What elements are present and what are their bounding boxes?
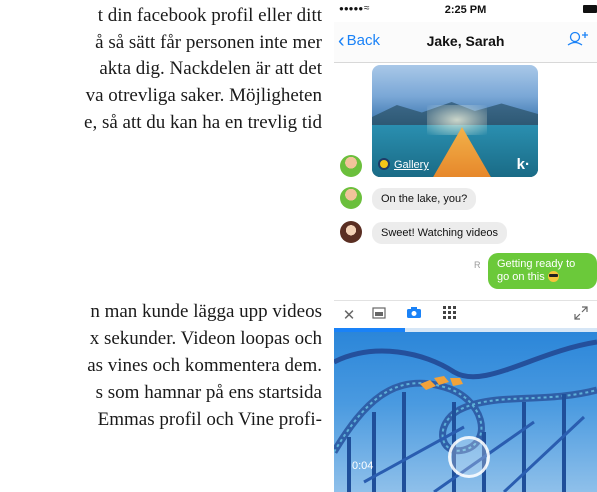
read-receipt-icon: R — [474, 260, 481, 270]
close-icon[interactable]: ✕ — [340, 306, 358, 324]
article-line: e, så att du kan ha en trevlig tid — [84, 112, 322, 133]
article-line: va otrevliga saker. Möjligheten — [85, 85, 322, 106]
phone-screenshot: ●●●●● ≈ 2:25 PM ‹ Back Jake, Sarah Galler… — [334, 0, 597, 492]
message-bubble: Sweet! Watching videos — [372, 222, 507, 244]
add-person-icon[interactable] — [567, 30, 589, 49]
article-line: t din facebook profil eller ditt — [97, 5, 322, 26]
article-line: n man kunde lägga upp videos — [90, 301, 322, 322]
battery-icon — [583, 5, 597, 13]
photo-gallery-icon[interactable] — [370, 306, 388, 322]
message-bubble: On the lake, you? — [372, 188, 477, 210]
expand-icon[interactable] — [572, 306, 590, 323]
sun-flare — [427, 105, 487, 135]
status-bar: ●●●●● ≈ 2:25 PM — [334, 0, 597, 22]
avatar[interactable] — [340, 187, 362, 209]
article-line: x sekunder. Videon loopas och — [89, 328, 322, 349]
article-line: s som hamnar på ens startsida — [95, 382, 322, 403]
conversation-title: Jake, Sarah — [426, 33, 505, 49]
gallery-icon — [378, 158, 390, 170]
article-line: akta dig. Nackdelen är att det — [99, 58, 322, 79]
apps-grid-icon[interactable] — [440, 306, 458, 322]
kik-logo: k· — [516, 156, 530, 173]
my-message-text: Getting ready to go on this — [497, 258, 576, 283]
gallery-label: Gallery — [394, 159, 429, 171]
article-text: t din facebook profil eller ditt å så sä… — [0, 0, 322, 492]
chat-area: Gallery k· On the lake, you? Sweet! Watc… — [334, 63, 597, 300]
camera-icon[interactable] — [405, 306, 423, 322]
video-timecode: 0:04 — [352, 460, 374, 472]
gallery-link[interactable]: Gallery — [378, 158, 429, 171]
record-button[interactable] — [448, 436, 490, 478]
article-line: Emmas profil och Vine profi- — [97, 409, 322, 430]
status-time: 2:25 PM — [444, 4, 487, 16]
sunglasses-emoji-icon — [547, 271, 559, 282]
avatar[interactable] — [340, 221, 362, 243]
article-line: å så sätt får personen inte mer — [95, 32, 322, 53]
article-line: as vines och kommentera dem. — [87, 355, 322, 376]
my-message-bubble: Getting ready to go on this — [488, 253, 597, 289]
video-preview[interactable]: 0:04 — [334, 332, 597, 492]
media-message[interactable]: Gallery k· — [372, 65, 538, 177]
nav-bar: ‹ Back Jake, Sarah — [334, 22, 597, 63]
media-toolbar: ✕ — [334, 300, 597, 329]
avatar[interactable] — [340, 155, 362, 177]
